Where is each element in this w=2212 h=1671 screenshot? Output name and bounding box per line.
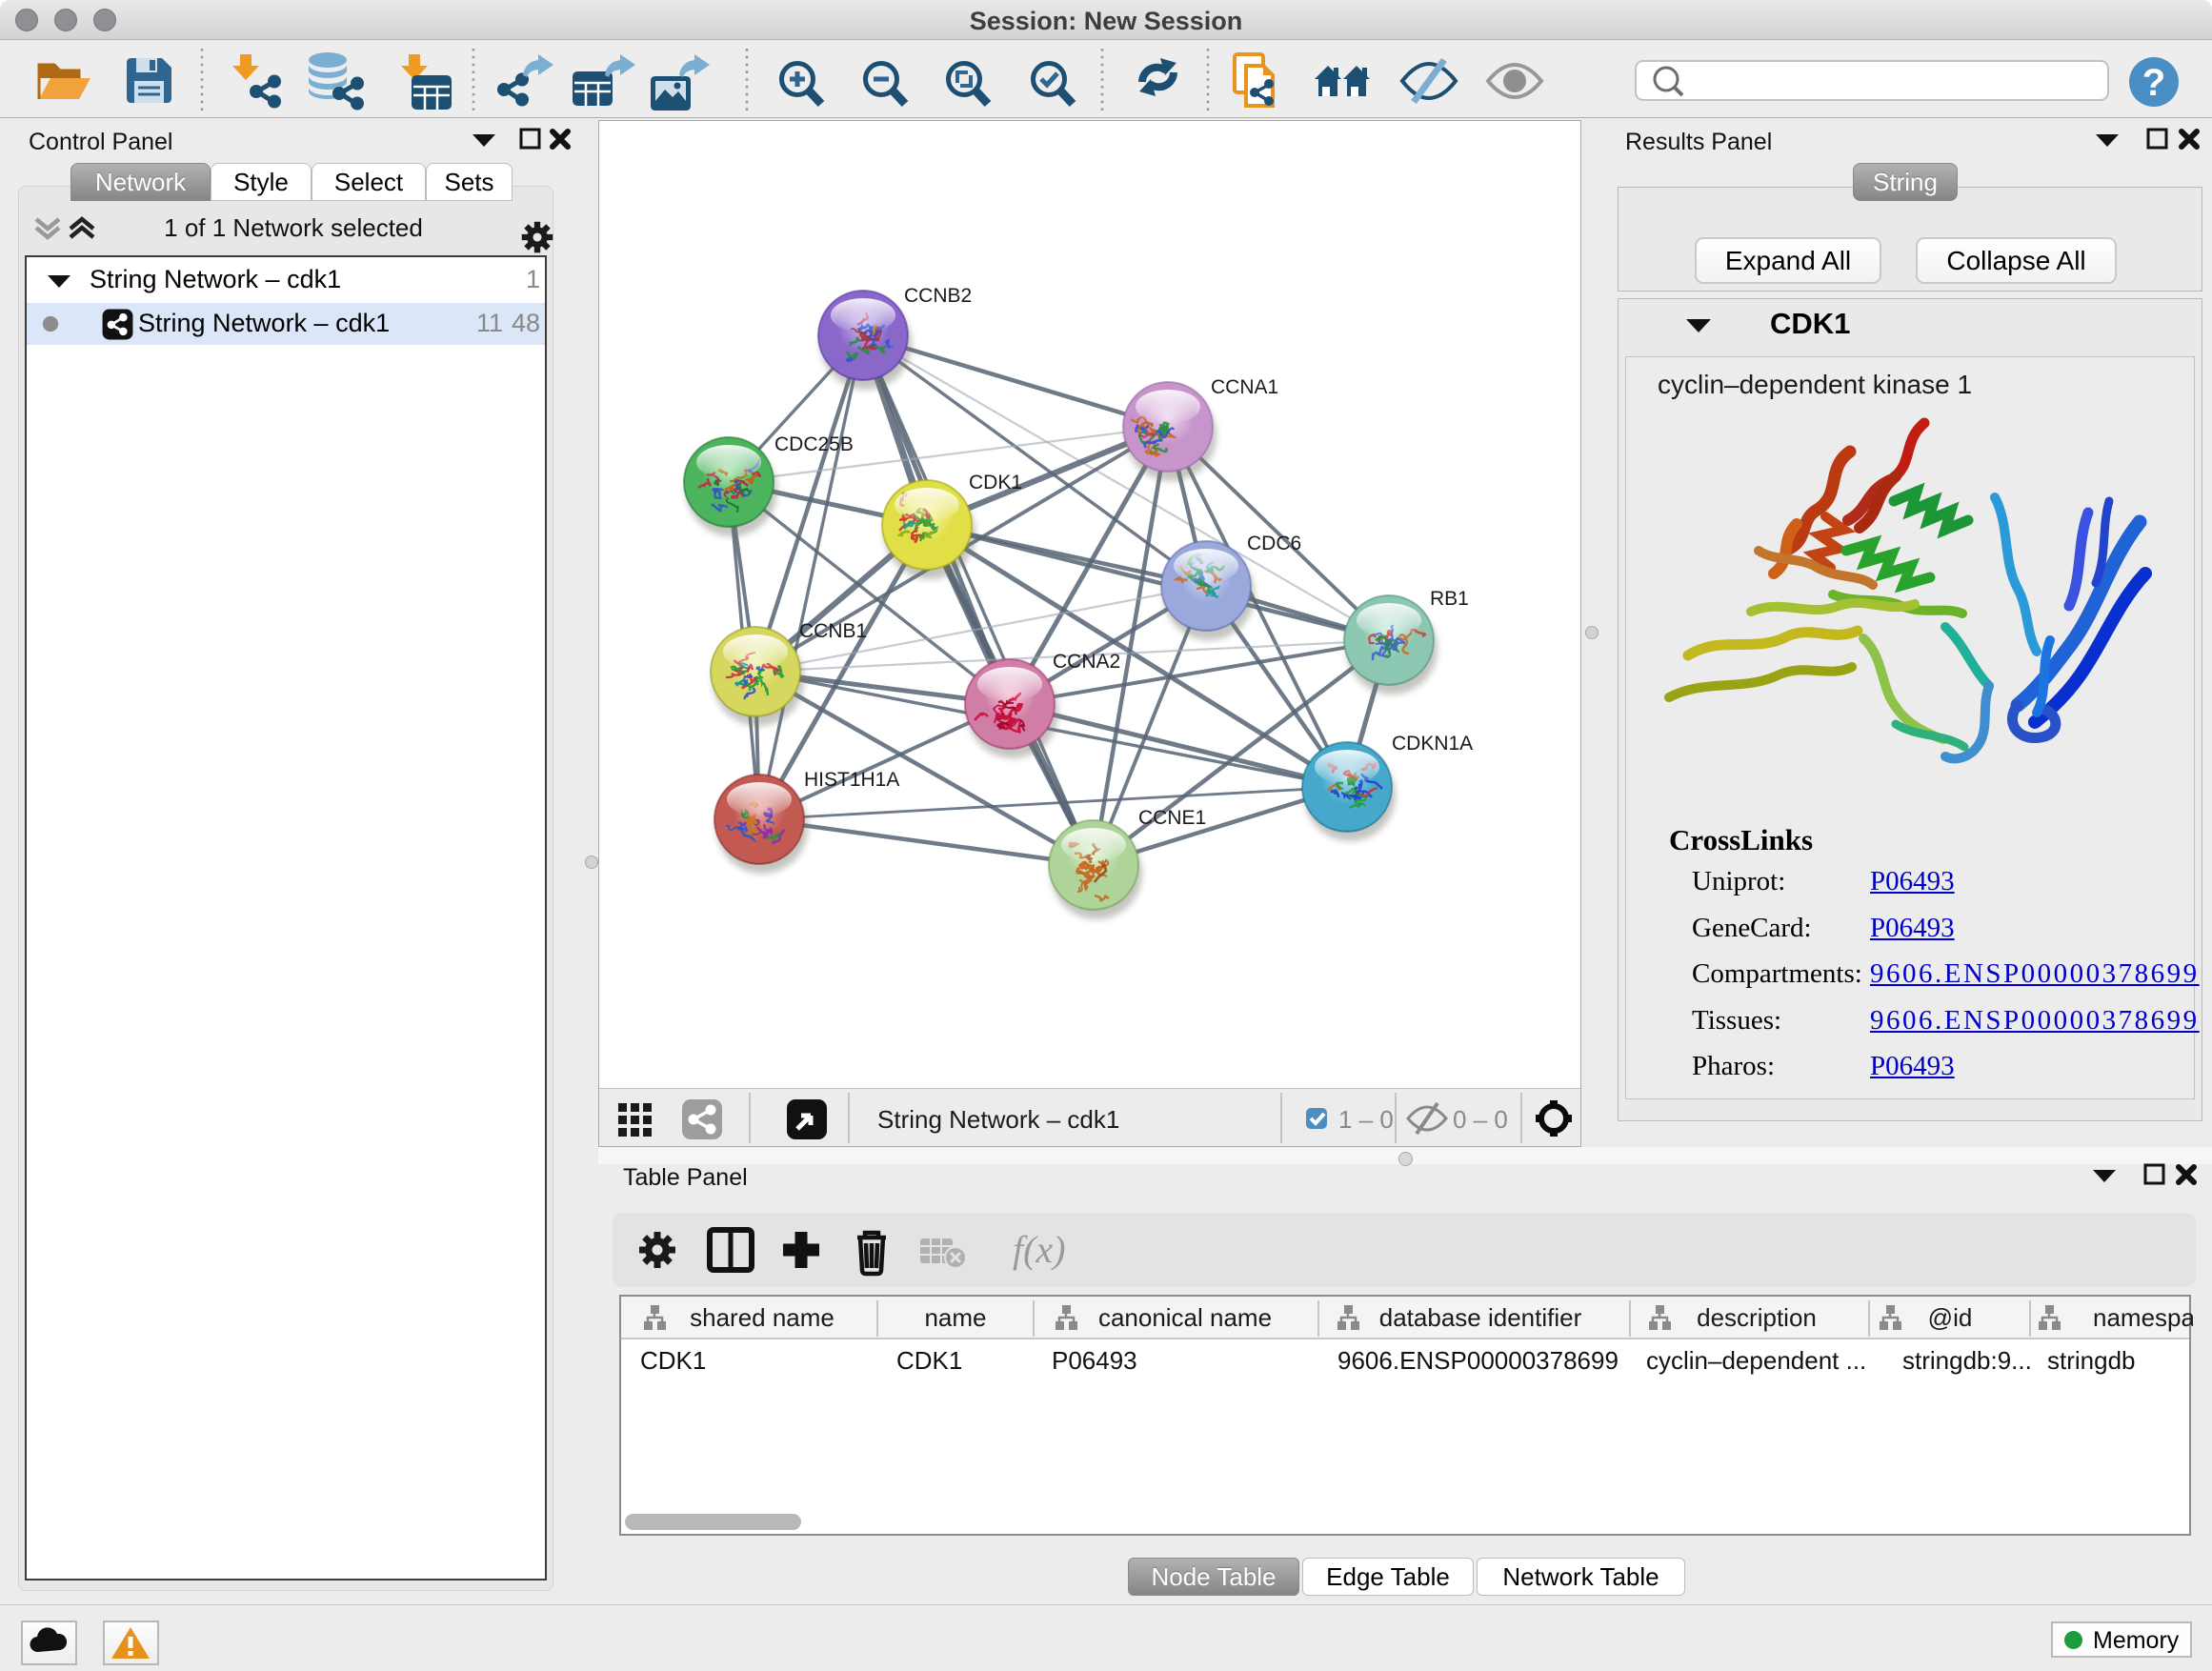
svg-text:HIST1H1A: HIST1H1A — [804, 769, 899, 791]
svg-text:CDC25B: CDC25B — [774, 433, 854, 455]
svg-text:CCNE1: CCNE1 — [1138, 807, 1206, 829]
svg-text:CCNA1: CCNA1 — [1211, 376, 1278, 398]
svg-text:shared name: shared name — [690, 1303, 835, 1332]
svg-text:0 – 0: 0 – 0 — [1453, 1105, 1508, 1134]
svg-text:name: name — [924, 1303, 986, 1332]
svg-text:RB1: RB1 — [1430, 588, 1469, 610]
svg-text:f(x): f(x) — [1013, 1228, 1066, 1271]
svg-text:String Network – cdk1: String Network – cdk1 — [877, 1105, 1119, 1134]
svg-text:CCNB2: CCNB2 — [904, 285, 972, 307]
svg-text:?: ? — [2142, 62, 2165, 104]
svg-text:CCNB1: CCNB1 — [799, 620, 867, 642]
svg-text:CCNA2: CCNA2 — [1053, 651, 1120, 673]
svg-text:CDKN1A: CDKN1A — [1392, 733, 1473, 755]
svg-text:CDK1: CDK1 — [969, 472, 1022, 493]
svg-text:@id: @id — [1928, 1303, 1973, 1332]
svg-text:namespace: namespace — [2093, 1303, 2193, 1332]
svg-text:database identifier: database identifier — [1379, 1303, 1582, 1332]
svg-text:canonical name: canonical name — [1098, 1303, 1272, 1332]
svg-text:CDC6: CDC6 — [1247, 533, 1301, 554]
svg-text:description: description — [1697, 1303, 1817, 1332]
svg-text:1 – 0: 1 – 0 — [1338, 1105, 1394, 1134]
